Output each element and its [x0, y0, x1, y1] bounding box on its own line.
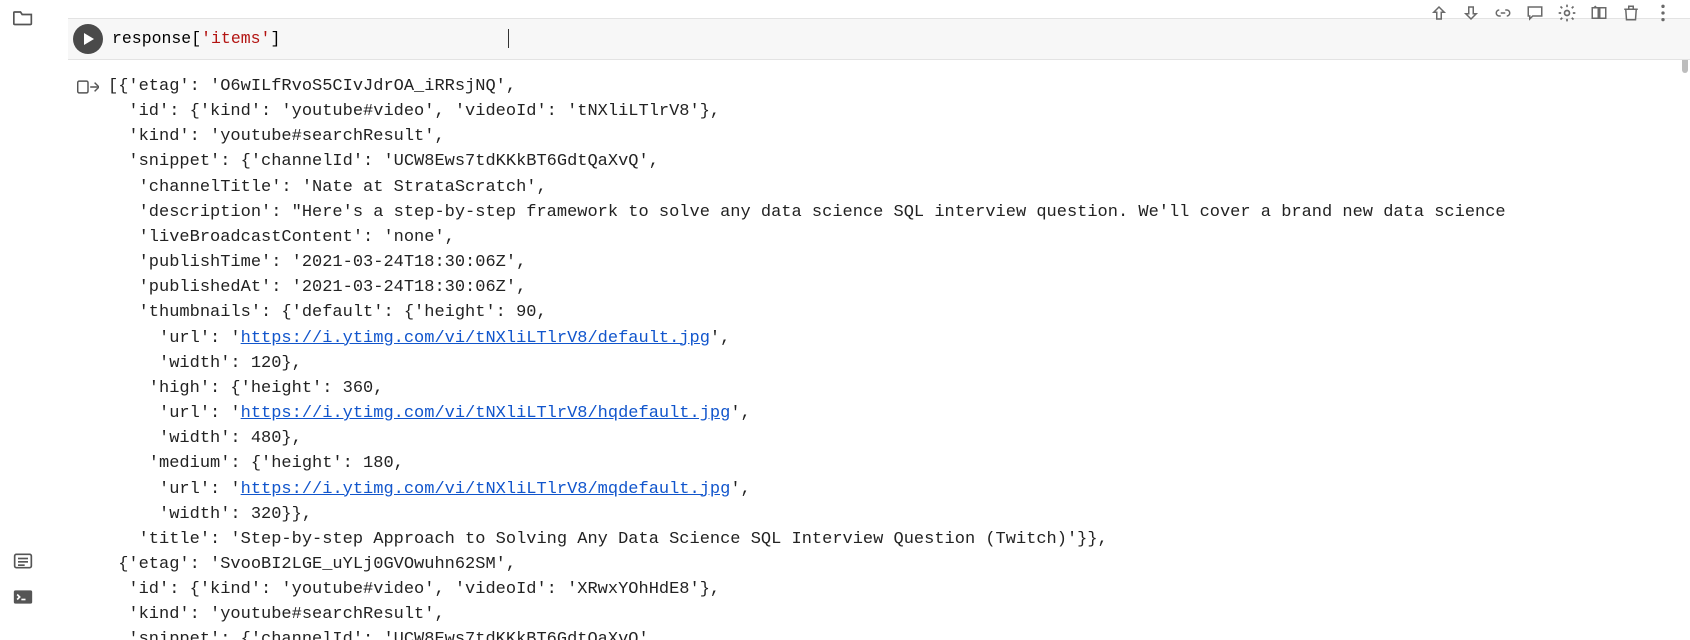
output-link[interactable]: https://i.ytimg.com/vi/tNXliLTlrV8/defau… — [241, 329, 710, 348]
run-button[interactable] — [68, 19, 108, 59]
cell-output: [{'etag': 'O6wILfRvoS5CIvJdrOA_iRRsjNQ',… — [68, 60, 1690, 640]
cell-input[interactable]: response['items'] — [68, 18, 1690, 60]
more-vert-icon[interactable] — [1652, 2, 1674, 24]
text-cursor — [508, 29, 509, 48]
gear-icon[interactable] — [1556, 2, 1578, 24]
code-editor[interactable]: response['items'] — [112, 28, 280, 50]
output-link[interactable]: https://i.ytimg.com/vi/tNXliLTlrV8/hqdef… — [241, 404, 731, 423]
code-cell: response['items'] [{'etag': 'O6wILfRvoS5… — [64, 18, 1690, 640]
left-sidebar — [0, 0, 46, 640]
folder-icon[interactable] — [12, 6, 34, 28]
move-up-icon[interactable] — [1428, 2, 1450, 24]
cell-toolbar — [1428, 2, 1674, 24]
output-indicator-icon[interactable] — [68, 74, 108, 96]
notebook-area: response['items'] [{'etag': 'O6wILfRvoS5… — [46, 0, 1690, 640]
table-of-contents-icon[interactable] — [12, 550, 34, 572]
link-icon[interactable] — [1492, 2, 1514, 24]
comment-icon[interactable] — [1524, 2, 1546, 24]
output-text: [{'etag': 'O6wILfRvoS5CIvJdrOA_iRRsjNQ',… — [108, 74, 1690, 640]
move-down-icon[interactable] — [1460, 2, 1482, 24]
output-link[interactable]: https://i.ytimg.com/vi/tNXliLTlrV8/mqdef… — [241, 480, 731, 499]
mirror-cell-icon[interactable] — [1588, 2, 1610, 24]
terminal-icon[interactable] — [12, 586, 34, 608]
delete-icon[interactable] — [1620, 2, 1642, 24]
